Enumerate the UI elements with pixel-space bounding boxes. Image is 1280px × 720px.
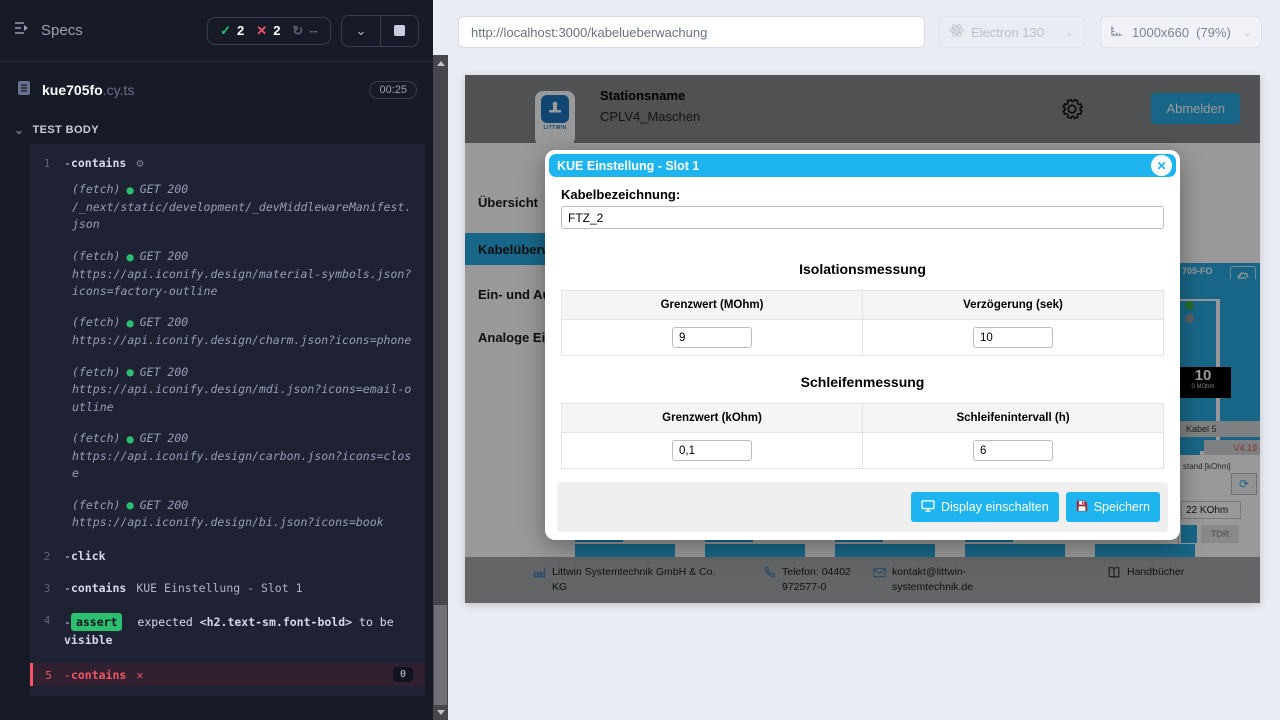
- fetch-url: https://api.iconify.design/carbon.json?i…: [72, 448, 413, 483]
- fetch-log[interactable]: (fetch) ● GET 200 https://api.iconify.de…: [30, 356, 425, 423]
- contains-arg: KUE Einstellung - Slot 1: [136, 581, 302, 595]
- modal-footer: Display einschalten Speichern: [557, 482, 1168, 532]
- fetch-log[interactable]: (fetch) ● GET 200 https://api.iconify.de…: [30, 241, 425, 308]
- close-icon[interactable]: ✕: [1151, 155, 1172, 176]
- schleifen-table: Grenzwert (kOhm) Schleifenintervall (h): [561, 403, 1164, 469]
- assert-badge: assert: [71, 613, 123, 631]
- viewport-zoom: (79%): [1196, 25, 1231, 40]
- stop-button[interactable]: [380, 16, 418, 46]
- ruler-icon: [1110, 23, 1125, 41]
- reporter-scrollbar[interactable]: [433, 55, 448, 720]
- verzoegerung-input[interactable]: [973, 327, 1053, 348]
- fetch-log[interactable]: (fetch) ● GET 200 https://api.iconify.de…: [30, 307, 425, 356]
- command-click[interactable]: 2 -click: [30, 545, 425, 567]
- kabelbezeichnung-input[interactable]: [561, 206, 1164, 229]
- test-body-header[interactable]: ⌄ TEST BODY: [0, 118, 433, 144]
- scroll-up-icon[interactable]: [433, 57, 448, 69]
- specs-label: Specs: [41, 22, 83, 39]
- scrollbar-thumb[interactable]: [434, 605, 447, 705]
- command-assert[interactable]: 4 -assert expected <h2.text-sm.font-bold…: [30, 609, 425, 654]
- spec-duration: 00:25: [369, 81, 417, 99]
- browser-name: Electron 130: [971, 25, 1044, 40]
- scroll-down-icon[interactable]: [433, 706, 448, 718]
- grenzwert-kohm-input[interactable]: [672, 440, 752, 461]
- modal-header: KUE Einstellung - Slot 1 ✕: [549, 154, 1176, 177]
- fail-x-icon: ✕: [136, 668, 143, 682]
- reporter-header: Specs ✓ 2 ✕ 2 ↻ -- ⌄: [0, 0, 433, 62]
- speichern-button[interactable]: Speichern: [1066, 492, 1160, 522]
- specs-menu-icon: [14, 21, 32, 40]
- kue-settings-modal: KUE Einstellung - Slot 1 ✕ Kabelbezeichn…: [545, 150, 1180, 540]
- test-stats: ✓ 2 ✕ 2 ↻ --: [207, 17, 331, 45]
- col-schleifenintervall: Schleifenintervall (h): [863, 404, 1164, 433]
- viewport-select[interactable]: 1000x660 (79%) ⌄: [1100, 16, 1262, 48]
- stat-passed: ✓ 2: [220, 23, 244, 39]
- cypress-reporter-panel: Specs ✓ 2 ✕ 2 ↻ -- ⌄: [0, 0, 433, 720]
- col-verzoegerung: Verzögerung (sek): [863, 291, 1164, 320]
- fetch-url: /_next/static/development/_devMiddleware…: [72, 199, 413, 234]
- chevron-down-icon: ⌄: [14, 127, 24, 133]
- status-dot-icon: ●: [126, 430, 133, 448]
- schleifenintervall-input[interactable]: [973, 440, 1053, 461]
- cross-icon: ✕: [256, 23, 267, 39]
- stage-area: Electron 130 ⌄ 1000x660 (79%) ⌄ Stations…: [448, 0, 1280, 720]
- chevron-down-icon: ⌄: [1065, 26, 1074, 39]
- viewport-size: 1000x660: [1132, 25, 1189, 40]
- fetch-url: https://api.iconify.design/mdi.json?icon…: [72, 381, 413, 416]
- assert-selector: <h2.text-sm.font-bold>: [200, 615, 352, 629]
- col-grenzwert-mohm: Grenzwert (MOhm): [562, 291, 863, 320]
- status-dot-icon: ●: [126, 314, 133, 332]
- cypress-toolbar: Electron 130 ⌄ 1000x660 (79%) ⌄: [448, 0, 1280, 64]
- command-contains-3[interactable]: 3 -containsKUE Einstellung - Slot 1: [30, 577, 425, 599]
- status-dot-icon: ●: [126, 181, 133, 199]
- browser-select[interactable]: Electron 130 ⌄: [938, 16, 1085, 48]
- spec-row[interactable]: kue705fo.cy.ts 00:25: [0, 62, 433, 118]
- spec-file-icon: [16, 80, 32, 101]
- fetch-url: https://api.iconify.design/material-symb…: [72, 266, 413, 301]
- command-log: 1 -contains⚙ (fetch) ● GET 200 /_next/st…: [30, 144, 425, 696]
- save-floppy-icon: [1076, 500, 1088, 515]
- modal-body: Kabelbezeichnung: Isolationsmessung Gren…: [549, 177, 1176, 469]
- electron-icon: [949, 23, 964, 41]
- collapse-button[interactable]: ⌄: [342, 16, 380, 46]
- check-icon: ✓: [220, 23, 231, 39]
- schleifenmessung-title: Schleifenmessung: [561, 374, 1164, 390]
- monitor-icon: [921, 500, 935, 515]
- status-dot-icon: ●: [126, 248, 133, 266]
- fetch-url: https://api.iconify.design/bi.json?icons…: [72, 514, 413, 531]
- url-input[interactable]: [458, 16, 925, 48]
- modal-title: KUE Einstellung - Slot 1: [557, 159, 699, 173]
- grenzwert-mohm-input[interactable]: [672, 327, 752, 348]
- specs-toggle[interactable]: Specs: [14, 21, 83, 40]
- pending-icon: ↻: [292, 23, 303, 39]
- fail-count-badge: 0: [393, 667, 413, 682]
- command-contains-failed[interactable]: 5 -contains✕ 0: [30, 663, 425, 686]
- status-dot-icon: ●: [126, 363, 133, 381]
- gear-icon: ⚙: [136, 156, 143, 170]
- fetch-log[interactable]: (fetch) ● GET 200 https://api.iconify.de…: [30, 489, 425, 538]
- stat-pending: ↻ --: [292, 23, 318, 39]
- isolationsmessung-title: Isolationsmessung: [561, 261, 1164, 277]
- isolation-table: Grenzwert (MOhm) Verzögerung (sek): [561, 290, 1164, 356]
- stop-icon: [394, 25, 405, 36]
- status-dot-icon: ●: [126, 496, 133, 514]
- app-under-test: Stationsname CPLV4_Maschen Abmelden LITT…: [465, 75, 1260, 603]
- stat-failed: ✕ 2: [256, 23, 280, 39]
- chevron-down-icon: ⌄: [356, 23, 367, 39]
- spec-name: kue705fo.cy.ts: [42, 82, 134, 98]
- test-body-label: TEST BODY: [32, 124, 99, 136]
- chevron-down-icon: ⌄: [1243, 26, 1252, 39]
- command-contains-1[interactable]: 1 -contains⚙: [30, 152, 425, 174]
- run-controls: ⌄: [341, 15, 419, 47]
- fetch-log[interactable]: (fetch) ● GET 200 /_next/static/developm…: [30, 174, 425, 241]
- fetch-url: https://api.iconify.design/charm.json?ic…: [72, 332, 413, 349]
- fetch-log[interactable]: (fetch) ● GET 200 https://api.iconify.de…: [30, 423, 425, 490]
- kabelbezeichnung-label: Kabelbezeichnung:: [561, 187, 1164, 202]
- col-grenzwert-kohm: Grenzwert (kOhm): [562, 404, 863, 433]
- display-einschalten-button[interactable]: Display einschalten: [911, 492, 1059, 522]
